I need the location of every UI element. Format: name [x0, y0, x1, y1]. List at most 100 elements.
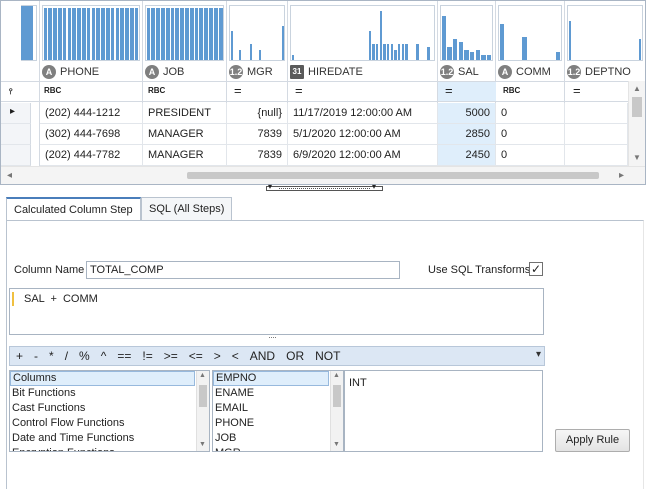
text-filter-icon[interactable]: RBC [148, 86, 165, 95]
tab-calculated-column-step[interactable]: Calculated Column Step [6, 197, 141, 222]
horizontal-scrollbar[interactable]: ◂ ▸ [1, 166, 645, 184]
scroll-up-icon[interactable]: ▲ [199, 372, 206, 379]
column-header-phone[interactable]: A PHONE [42, 63, 142, 81]
list-scrollbar[interactable]: ▲ ▼ [330, 371, 343, 451]
column-header-comm[interactable]: A COMM [498, 63, 564, 81]
grid-cell-hiredate[interactable]: 5/1/2020 12:00:00 AM [288, 124, 438, 145]
numeric-type-icon: 1.2 [440, 65, 454, 79]
toolbar-menu-icon[interactable]: ▾ [536, 349, 541, 360]
grid-cell-deptno[interactable] [565, 145, 628, 166]
grid-cell-phone[interactable]: (302) 444-7698 [40, 124, 143, 145]
expression-editor[interactable]: SAL + COMM [9, 288, 544, 335]
grid-cell-mgr[interactable]: 7839 [227, 124, 288, 145]
grid-cell-sal[interactable]: 2450 [438, 145, 496, 166]
scroll-down-icon[interactable]: ▼ [199, 441, 206, 448]
column-header-mgr[interactable]: 1.2 MGR [229, 63, 287, 81]
operator-button[interactable]: % [79, 349, 90, 363]
scroll-thumb[interactable] [333, 385, 341, 407]
field-list-item[interactable]: JOB [213, 431, 329, 446]
operator-button[interactable]: - [34, 349, 38, 363]
grid-cell-comm[interactable]: 0 [496, 145, 565, 166]
grid-cell-deptno[interactable] [565, 103, 628, 124]
histogram-bar [486, 54, 492, 60]
field-list-item[interactable]: EMAIL [213, 401, 329, 416]
expression-text[interactable]: SAL + COMM [24, 293, 98, 305]
scroll-down-icon[interactable]: ▼ [333, 441, 340, 448]
column-name-input[interactable] [86, 261, 400, 279]
column-header-job[interactable]: A JOB [145, 63, 226, 81]
category-list-item[interactable]: Date and Time Functions [10, 431, 195, 446]
apply-rule-button[interactable]: Apply Rule [555, 429, 630, 452]
category-list[interactable]: Columns Bit Functions Cast Functions Contro… [9, 370, 210, 452]
panel-splitter[interactable]: ▾ ▾ [266, 182, 383, 192]
splitter-handle[interactable]: ▾ ▾ [266, 182, 383, 191]
tab-sql-all-steps[interactable]: SQL (All Steps) [141, 197, 233, 221]
grid-cell-job[interactable]: PRESIDENT [143, 103, 227, 124]
scroll-thumb[interactable] [632, 97, 642, 117]
operator-button[interactable]: == [117, 349, 131, 363]
scroll-thumb[interactable] [187, 172, 599, 179]
category-list-item[interactable]: Columns [10, 371, 195, 386]
row-header[interactable] [1, 124, 31, 145]
operator-button[interactable]: / [65, 349, 68, 363]
grid-cell-sal[interactable]: 2850 [438, 124, 496, 145]
field-list-item[interactable]: EMPNO [213, 371, 329, 386]
grid-cell-phone[interactable]: (202) 444-1212 [40, 103, 143, 124]
scroll-down-icon[interactable]: ▼ [633, 153, 641, 162]
row-header[interactable] [1, 145, 31, 166]
text-filter-icon[interactable]: RBC [503, 86, 520, 95]
category-list-item[interactable]: Cast Functions [10, 401, 195, 416]
scroll-left-icon[interactable]: ◂ [7, 170, 12, 181]
grid-cell-mgr[interactable]: 7839 [227, 145, 288, 166]
operator-button[interactable]: NOT [315, 349, 340, 363]
equals-filter-icon[interactable]: = [295, 83, 303, 98]
operator-button[interactable]: * [49, 349, 54, 363]
field-list-item[interactable]: ENAME [213, 386, 329, 401]
operator-button[interactable]: AND [250, 349, 275, 363]
scroll-up-icon[interactable]: ▲ [333, 372, 340, 379]
grid-cell-job[interactable]: MANAGER [143, 124, 227, 145]
column-header-sal[interactable]: 1.2 SAL [440, 63, 495, 81]
operator-toolbar: + - * /% ^ == != >= <= > < AND OR NOT ▾ [9, 346, 545, 366]
category-list-item[interactable]: Control Flow Functions [10, 416, 195, 431]
field-list-item[interactable]: MGR [213, 446, 329, 451]
grid-cell-comm[interactable]: 0 [496, 124, 565, 145]
vertical-scrollbar[interactable]: ▲ ▼ [628, 81, 645, 166]
grid-cell-job[interactable]: MANAGER [143, 145, 227, 166]
operator-button[interactable]: + [16, 349, 23, 363]
operator-button[interactable]: >= [164, 349, 178, 363]
operator-button[interactable]: <= [189, 349, 203, 363]
equals-filter-icon[interactable]: = [573, 83, 581, 98]
operator-button[interactable]: != [142, 349, 152, 363]
operator-button[interactable]: > [214, 349, 221, 363]
grid-cell-sal[interactable]: 5000 [438, 103, 496, 124]
splitter-grip-icon[interactable]: ···· [268, 332, 277, 342]
category-list-item[interactable]: Encryption Functions [10, 446, 195, 451]
grid-cell-deptno[interactable] [565, 124, 628, 145]
grid-cell-hiredate[interactable]: 6/9/2020 12:00:00 AM [288, 145, 438, 166]
grid-cell-comm[interactable]: 0 [496, 103, 565, 124]
text-filter-icon[interactable]: RBC [44, 86, 61, 95]
equals-filter-icon[interactable]: = [234, 83, 242, 98]
category-list-item[interactable]: Bit Functions [10, 386, 195, 401]
histogram-bar [458, 41, 464, 60]
list-scrollbar[interactable]: ▲ ▼ [196, 371, 209, 451]
column-header-deptno[interactable]: 1.2 DEPTNO [567, 63, 645, 81]
grid-cell-phone[interactable]: (202) 444-7782 [40, 145, 143, 166]
operator-button[interactable]: < [232, 349, 239, 363]
column-histogram [21, 5, 37, 61]
scroll-thumb[interactable] [199, 385, 207, 407]
use-sql-transforms-checkbox[interactable]: ✓ [529, 262, 543, 276]
sal-filter-cell[interactable]: = [438, 82, 496, 101]
histogram-bar [209, 8, 213, 60]
field-list-item[interactable]: PHONE [213, 416, 329, 431]
scroll-up-icon[interactable]: ▲ [633, 84, 641, 93]
column-header-hiredate[interactable]: 31 HIREDATE [290, 63, 437, 81]
operator-button[interactable]: ^ [101, 349, 107, 363]
field-list[interactable]: EMPNOENAMEEMAILPHONEJOBMGR ▲ ▼ [212, 370, 344, 452]
scroll-right-icon[interactable]: ▸ [619, 170, 624, 181]
row-header[interactable]: ▸ [1, 103, 31, 124]
operator-button[interactable]: OR [286, 349, 304, 363]
grid-cell-hiredate[interactable]: 11/17/2019 12:00:00 AM [288, 103, 438, 124]
grid-cell-mgr[interactable]: {null} [227, 103, 288, 124]
